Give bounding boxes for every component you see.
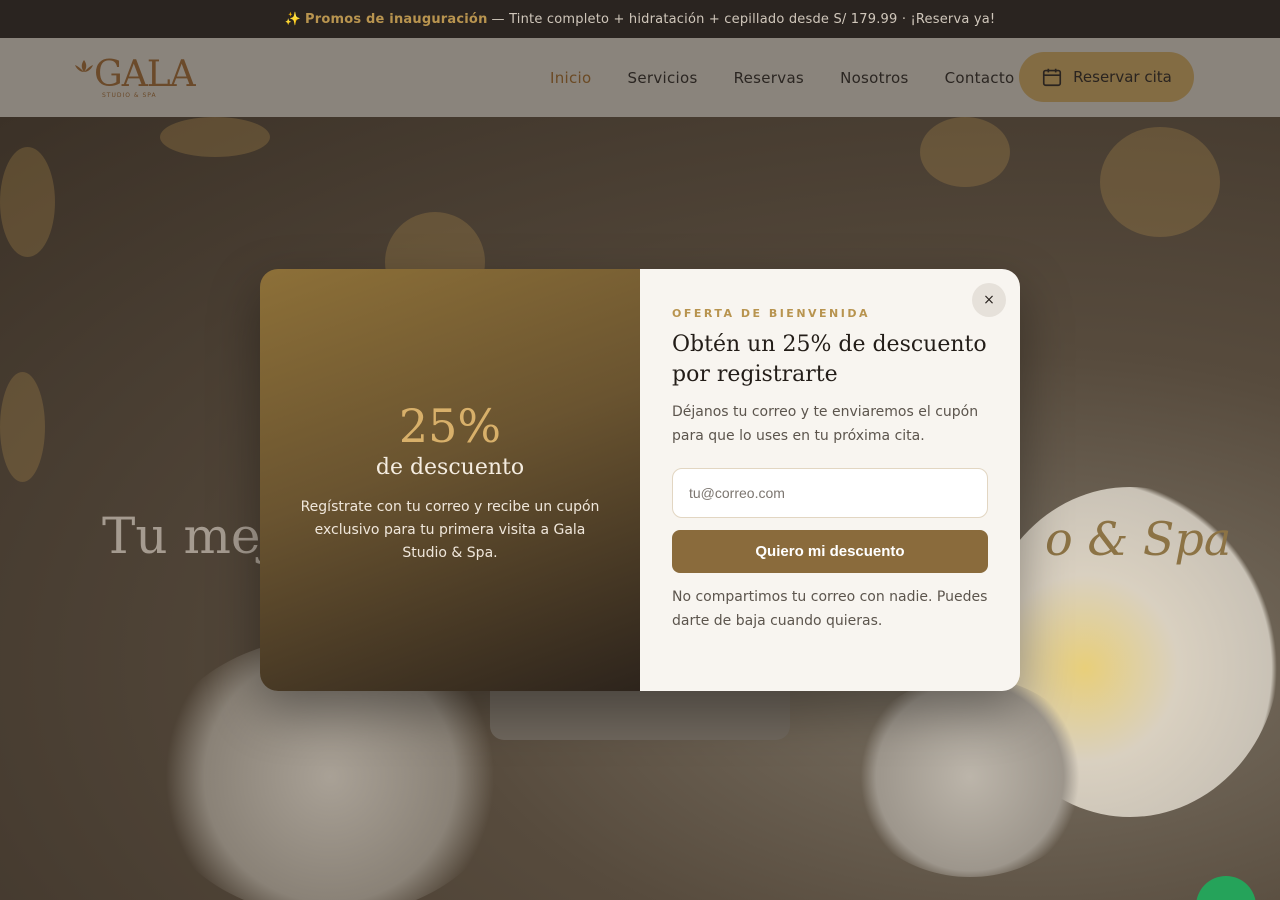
nav-contacto[interactable]: Contacto — [945, 69, 1015, 87]
main-nav: Inicio Servicios Reservas Nosotros Conta… — [550, 38, 1015, 117]
book-appointment-label: Reservar cita — [1073, 68, 1172, 86]
offer-eyebrow: OFERTA DE BIENVENIDA — [672, 307, 870, 320]
calendar-icon — [1043, 68, 1062, 87]
close-button[interactable]: × — [972, 283, 1006, 317]
nav-inicio[interactable]: Inicio — [550, 69, 592, 87]
frangipani-petal — [850, 677, 1090, 877]
bokeh-light — [160, 117, 270, 157]
bokeh-light — [0, 147, 55, 257]
offer-visual-panel: 25% de descuento Regístrate con tu corre… — [260, 269, 640, 691]
gala-logo[interactable]: GALA STUDIO & SPA — [72, 52, 196, 102]
lotus-icon — [75, 60, 93, 72]
bokeh-light — [1100, 127, 1220, 237]
offer-form-panel: × OFERTA DE BIENVENIDA Obtén un 25% de d… — [640, 269, 1020, 691]
site-header: GALA STUDIO & SPA Inicio Servicios Reser… — [0, 38, 1280, 117]
sparkles-icon: ✨ — [284, 11, 302, 27]
logo-tagline: STUDIO & SPA — [102, 92, 157, 99]
book-appointment-button[interactable]: Reservar cita — [1019, 52, 1194, 102]
nav-nosotros[interactable]: Nosotros — [840, 69, 909, 87]
nav-reservas[interactable]: Reservas — [734, 69, 804, 87]
promo-text: — Tinte completo + hidratación + cepilla… — [491, 11, 996, 27]
promo-highlight: Promos de inauguración — [305, 11, 488, 27]
discount-label: de descuento — [375, 455, 525, 480]
hero-title: Tu mej — [102, 507, 276, 565]
offer-description: Déjanos tu correo y te enviaremos el cup… — [672, 404, 979, 444]
offer-visual-description: Regístrate con tu correo y recibe un cup… — [300, 499, 600, 561]
nav-servicios[interactable]: Servicios — [628, 69, 698, 87]
privacy-note: No compartimos tu correo con nadie. Pued… — [672, 589, 988, 629]
bokeh-light — [0, 372, 45, 482]
welcome-offer-modal: 25% de descuento Regístrate con tu corre… — [260, 269, 1020, 691]
bokeh-light — [920, 117, 1010, 187]
hero-title-accent: o & Spa — [1045, 512, 1232, 566]
discount-percent: 25% — [398, 399, 502, 453]
logo-wordmark: GALA — [94, 54, 196, 95]
get-discount-button[interactable]: Quiero mi descuento — [672, 530, 988, 573]
offer-title: Obtén un 25% de descuento por registrart… — [672, 332, 987, 387]
promo-bar: ✨ Promos de inauguración — Tinte complet… — [0, 0, 1280, 38]
email-field[interactable] — [672, 468, 988, 518]
